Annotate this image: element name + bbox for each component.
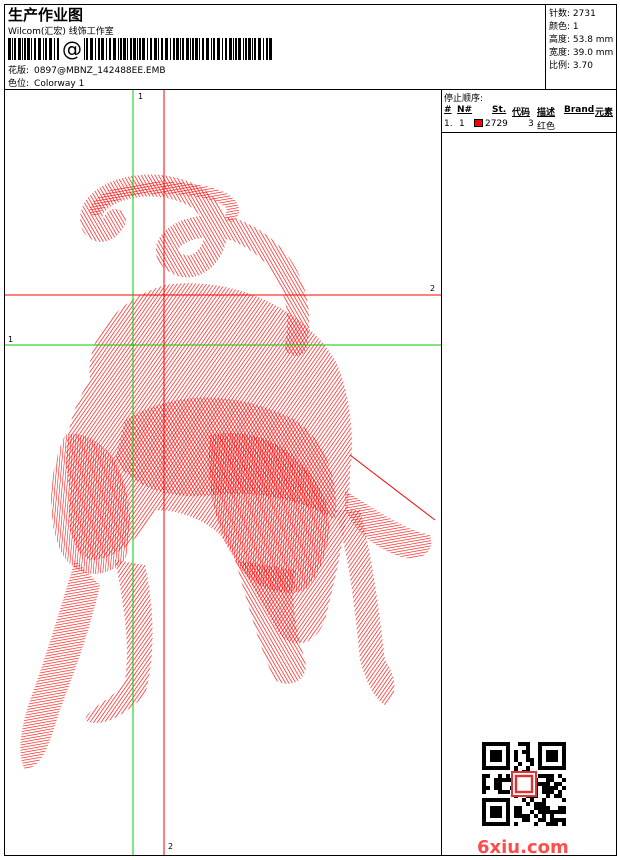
stat-colors: 颜色: 1: [549, 22, 579, 32]
design-canvas: [5, 90, 441, 855]
table-row: 1. 1 2729 3 红色: [442, 119, 616, 133]
barcode: [8, 38, 272, 60]
colorway: 色位: Colorway 1: [8, 76, 84, 89]
header-index: #: [444, 105, 452, 115]
stat-stitches: 针数: 2731: [549, 9, 596, 19]
stat-width: 宽度: 39.0 mm: [549, 48, 614, 58]
stop-sequence-panel: 停止顺序: # N# St. 代码 描述 Brand 元素 1. 1 2729 …: [442, 90, 616, 858]
header-code: 代码: [512, 108, 531, 118]
worksheet-header: 生产作业图 Wilcom(汇宏) 线饰工作室 @ 花版: 0897@MBNZ_14…: [5, 5, 616, 90]
guide-label-right: 2: [430, 284, 436, 293]
design-filename-label: 花版:: [8, 66, 30, 76]
embroidery-bull: [20, 174, 436, 770]
stop-sequence-header: # N# St. 代码 描述 Brand 元素: [442, 105, 616, 118]
header-needle: N#: [457, 105, 473, 115]
qr-code: [482, 742, 566, 826]
guide-label-bottom: 2: [168, 842, 174, 851]
stats-panel: 针数: 2731 颜色: 1 高度: 53.8 mm 宽度: 39.0 mm 比…: [545, 5, 617, 89]
color-swatch: [474, 119, 483, 127]
row-description: 红色: [537, 122, 556, 132]
software-label: Wilcom(汇宏) 线饰工作室: [8, 27, 114, 37]
header-description: 描述: [537, 108, 556, 118]
colorway-value: Colorway 1: [34, 79, 85, 89]
header-brand: Brand: [564, 105, 595, 115]
guide-label-left: 1: [8, 335, 14, 344]
colorway-label: 色位:: [8, 79, 30, 89]
design-filename: 花版: 0897@MBNZ_142488EE.EMB: [8, 63, 166, 76]
header-element: 元素: [595, 108, 614, 118]
page-title: 生产作业图: [8, 6, 84, 24]
guide-label-top: 1: [138, 92, 144, 101]
header-stitches: St.: [492, 105, 507, 115]
stat-ratio: 比例: 3.70: [549, 61, 593, 71]
stop-sequence-title: 停止顺序:: [444, 94, 484, 104]
site-watermark: 6xiu.com: [477, 837, 569, 858]
stat-height: 高度: 53.8 mm: [549, 35, 614, 45]
worksheet: 生产作业图 Wilcom(汇宏) 线饰工作室 @ 花版: 0897@MBNZ_14…: [4, 4, 617, 858]
row-needle: 1: [459, 119, 465, 129]
barcode-at-symbol: @: [61, 37, 83, 61]
design-filename-value: 0897@MBNZ_142488EE.EMB: [34, 66, 166, 76]
row-code: 3: [528, 119, 534, 129]
design-preview-area: 1 1 2 2: [5, 90, 442, 855]
row-stitches: 2729: [485, 119, 508, 129]
row-index: 1.: [444, 119, 453, 129]
